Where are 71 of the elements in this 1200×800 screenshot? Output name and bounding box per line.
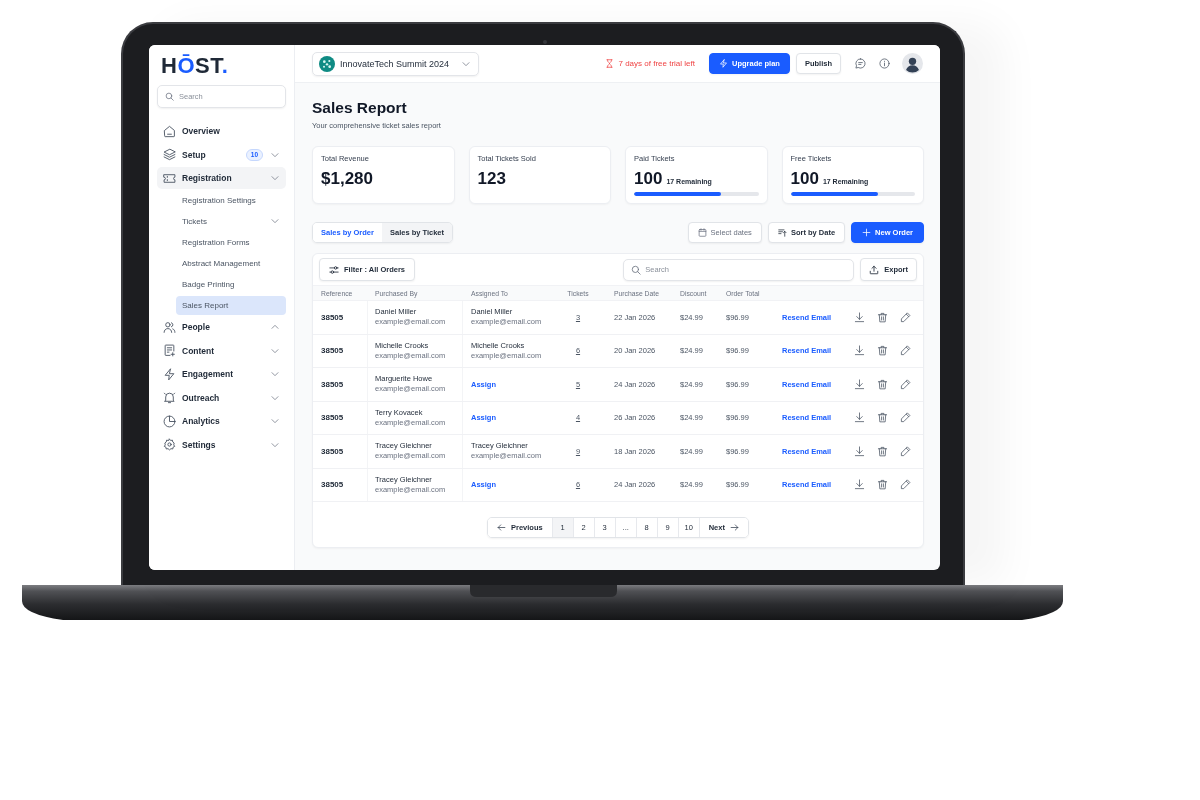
event-icon: [319, 55, 335, 72]
stat-value: $1,280: [321, 169, 373, 189]
pencil-icon[interactable]: [900, 445, 911, 457]
arrow-left-icon: [497, 523, 506, 532]
sidebar-subitem[interactable]: Registration Forms: [176, 232, 286, 252]
document-icon: [163, 344, 176, 357]
layers-icon: [163, 148, 176, 161]
pencil-icon[interactable]: [900, 345, 911, 357]
search-icon: [165, 92, 174, 101]
sidebar-subitem[interactable]: Badge Printing: [176, 274, 286, 294]
sidebar-item[interactable]: Outreach: [157, 386, 286, 409]
avatar[interactable]: [902, 53, 923, 74]
hourglass-icon: [605, 59, 615, 68]
pencil-icon[interactable]: [900, 311, 911, 323]
chat-icon[interactable]: [855, 58, 866, 69]
info-icon[interactable]: [879, 58, 890, 69]
trash-icon[interactable]: [877, 311, 888, 323]
trash-icon[interactable]: [877, 345, 888, 357]
download-icon[interactable]: [854, 445, 865, 457]
trash-icon[interactable]: [877, 479, 888, 491]
order-reference: 38505: [321, 379, 344, 389]
order-reference: 38505: [321, 312, 344, 322]
sidebar-item[interactable]: Analytics: [157, 410, 286, 432]
download-icon[interactable]: [854, 345, 865, 357]
event-selector[interactable]: InnovateTech Summit 2024: [312, 51, 479, 76]
home-icon: [163, 124, 176, 138]
lightning-icon: [163, 367, 176, 381]
sliders-icon: [329, 264, 339, 275]
ticket-icon: [163, 171, 176, 185]
download-icon[interactable]: [854, 412, 865, 424]
sidebar-item[interactable]: Content: [157, 339, 286, 362]
sidebar-subitem[interactable]: Registration Settings: [176, 190, 286, 210]
page-title: Sales Report: [312, 99, 407, 117]
arrow-right-icon: [729, 523, 739, 532]
trash-icon[interactable]: [877, 445, 888, 457]
sidebar-subitem[interactable]: Abstract Management: [176, 253, 286, 273]
stat-value: 100: [634, 169, 663, 189]
sidebar-item[interactable]: People: [157, 316, 286, 338]
order-reference: 38505: [321, 413, 344, 423]
upload-icon: [869, 264, 880, 275]
pencil-icon[interactable]: [900, 412, 911, 424]
pie-chart-icon: [163, 414, 176, 428]
gear-icon: [163, 438, 176, 451]
sidebar-item[interactable]: Engagement: [157, 363, 286, 385]
trial-notice: 7 days of free trial left: [618, 59, 695, 68]
lightning-icon: [718, 59, 728, 68]
stat-value: 123: [477, 169, 506, 189]
sidebar-subitem[interactable]: Sales Report: [176, 295, 286, 315]
bell-icon: [163, 391, 176, 404]
sidebar-item[interactable]: Overview: [157, 120, 286, 142]
download-icon[interactable]: [854, 479, 865, 491]
sidebar-item[interactable]: Registration: [157, 167, 286, 189]
pencil-icon[interactable]: [900, 378, 911, 390]
download-icon[interactable]: [854, 378, 865, 390]
order-reference: 38505: [321, 346, 344, 356]
trash-icon[interactable]: [877, 412, 888, 424]
sort-icon: [777, 228, 787, 237]
sidebar-subitem[interactable]: Tickets: [176, 211, 286, 231]
pencil-icon[interactable]: [900, 479, 911, 491]
calendar-icon: [697, 228, 707, 237]
people-icon: [163, 320, 176, 334]
download-icon[interactable]: [854, 311, 865, 323]
sidebar-item[interactable]: Settings: [157, 433, 286, 456]
search-icon: [631, 264, 642, 275]
order-reference: 38505: [321, 480, 344, 490]
chevron-down-icon: [462, 59, 470, 68]
webcam-icon: [543, 40, 547, 44]
plus-icon: [862, 228, 872, 237]
trash-icon[interactable]: [877, 378, 888, 390]
order-reference: 38505: [321, 446, 344, 456]
stat-value: 100: [790, 169, 819, 189]
